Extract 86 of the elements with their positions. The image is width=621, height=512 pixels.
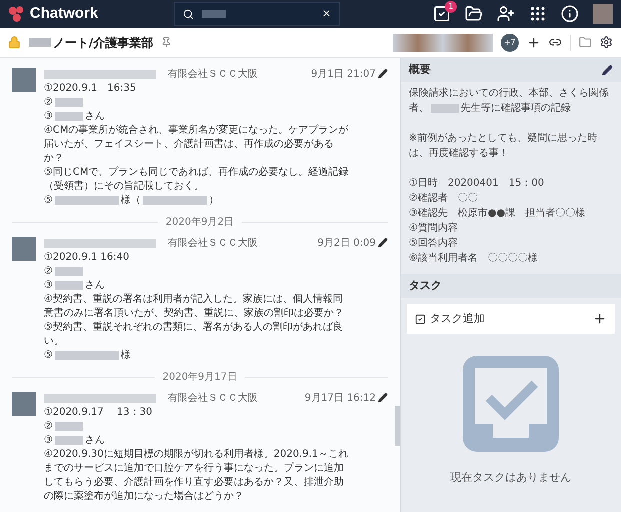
- blurred-text: [54, 112, 83, 121]
- avatar: [12, 237, 36, 261]
- grid-icon[interactable]: [529, 5, 547, 23]
- avatar: [12, 68, 36, 92]
- blurred-text: [54, 196, 119, 205]
- message-text: ⑤契約書、重説それぞれの書類に、署名がある人の割印があれば良い。: [44, 322, 343, 347]
- message-time: 9月2日 0:09: [318, 236, 376, 250]
- message-text: ③: [44, 435, 53, 446]
- message-text: さん: [84, 111, 105, 122]
- message-text: ⑥該当利用者名 〇〇〇〇様: [409, 253, 538, 264]
- blurred-text: [202, 10, 226, 18]
- message-text: 者、: [409, 103, 429, 114]
- lock-icon: [8, 36, 21, 49]
- sender-org: 有限会社ＳＣＣ大阪: [168, 392, 258, 406]
- plus-icon: [593, 312, 607, 326]
- message-time: 9月1日 21:07: [311, 68, 376, 82]
- message-text: ）: [208, 195, 219, 206]
- pin-icon[interactable]: [161, 37, 172, 48]
- logo-text: Chatwork: [30, 4, 98, 24]
- edit-icon[interactable]: [378, 393, 388, 403]
- message-text: ⑤: [44, 350, 53, 361]
- tasks-title: タスク: [409, 278, 442, 294]
- message-text: ①2020.9.1 16:35: [44, 83, 136, 94]
- edit-icon[interactable]: [378, 238, 388, 248]
- summary-title: 概要: [409, 62, 431, 78]
- info-icon[interactable]: [561, 5, 579, 23]
- blurred-text: [29, 38, 51, 47]
- message-text: は、再度確認する事！: [409, 148, 509, 159]
- sender-org: 有限会社ＳＣＣ大阪: [168, 236, 258, 250]
- add-contact-icon[interactable]: [497, 5, 515, 23]
- member-count-badge[interactable]: +7: [501, 34, 519, 52]
- scrollbar-thumb[interactable]: [395, 406, 400, 446]
- edit-icon[interactable]: [602, 64, 613, 76]
- empty-tasks-message: 現在タスクはありません: [450, 470, 572, 486]
- room-title: ノート/介護事業部: [53, 34, 154, 52]
- message-text: 保険請求においての行政、本部、さくら関係: [409, 88, 609, 99]
- add-icon[interactable]: [527, 36, 541, 50]
- blurred-text: [142, 196, 207, 205]
- message-text: ①2020.9.17 13：30: [44, 407, 152, 418]
- message-text: ①2020.9.1 16:40: [44, 252, 130, 263]
- message-text: ②: [44, 97, 53, 108]
- blurred-text: [54, 436, 83, 445]
- blurred-text: [54, 266, 83, 276]
- avatar: [12, 392, 36, 416]
- message-text: ⑤同じCMで、プランも同じであれば、再作成の必要なし。経過記録（受領書）にその旨記載しておく。: [44, 167, 349, 192]
- search-icon: [183, 8, 194, 20]
- message-text: ②確認者 〇〇: [409, 193, 478, 204]
- edit-icon[interactable]: [378, 69, 388, 79]
- message-text: ③: [44, 111, 53, 122]
- date-divider: 2020年9月2日: [166, 216, 234, 230]
- logo-icon: [8, 5, 26, 23]
- message-text: ⑤: [44, 195, 53, 206]
- message-text: 先生等に確認事項の記録: [461, 103, 571, 114]
- date-divider: 2020年9月17日: [162, 371, 238, 385]
- message-text: ④CMの事業所が統合され、事業所名が変更になった。ケアプランが届いたが、フェイスシート、介護計画書は、再作成の必要があるか？: [44, 125, 349, 164]
- message-text: 様（: [120, 195, 141, 206]
- message-text: ③確認先 松原市●●課 担当者〇〇様: [409, 208, 586, 219]
- message-text: ④契約書、重説の署名は利用者が記入した。家族には、個人情報同意書のみに署名頂いたが、契約書、重説に、家族の割印は必要か？: [44, 294, 344, 319]
- blurred-text: [54, 350, 119, 360]
- notification-badge: 1: [445, 1, 457, 13]
- message-text: さん: [84, 280, 105, 291]
- settings-icon[interactable]: [600, 36, 613, 49]
- message-text: ②: [44, 421, 53, 432]
- message-text: ③: [44, 280, 53, 291]
- blurred-text: [54, 280, 83, 290]
- clear-button[interactable]: ×: [322, 6, 332, 22]
- add-task-button[interactable]: タスク追加: [407, 304, 615, 334]
- search-field[interactable]: ×: [174, 2, 340, 26]
- member-avatars[interactable]: [393, 34, 493, 52]
- blurred-text: [54, 422, 83, 431]
- checkbox-icon: [415, 314, 426, 324]
- message-text: ①日時 20200401 15：00: [409, 178, 544, 189]
- message-text: 様: [120, 350, 131, 361]
- folder-icon[interactable]: [465, 5, 483, 23]
- message-text: ④質問内容: [409, 223, 458, 234]
- message-text: ※前例があったとしても、疑問に思った時: [409, 133, 598, 144]
- message-text: ④2020.9.30に短期目標の期限が切れる利用者様。2020.9.1～これまでのサービスに追加で口腔ケアを行う事になった。プランに追加してもらう必要、介護計画を作り直す必要はあるか？又、排泄介助の際に薬塗布が追加になった場合はどうか？: [44, 449, 348, 502]
- message-text: ⑤回答内容: [409, 238, 458, 249]
- sender-org: 有限会社ＳＣＣ大阪: [168, 68, 258, 82]
- task-icon[interactable]: [433, 5, 451, 23]
- empty-tasks-icon: [463, 356, 559, 452]
- blurred-text: [431, 104, 459, 113]
- message-text: さん: [84, 435, 105, 446]
- blurred-text: [54, 98, 83, 107]
- message-text: ②: [44, 266, 53, 277]
- message-time: 9月17日 16:12: [304, 392, 376, 406]
